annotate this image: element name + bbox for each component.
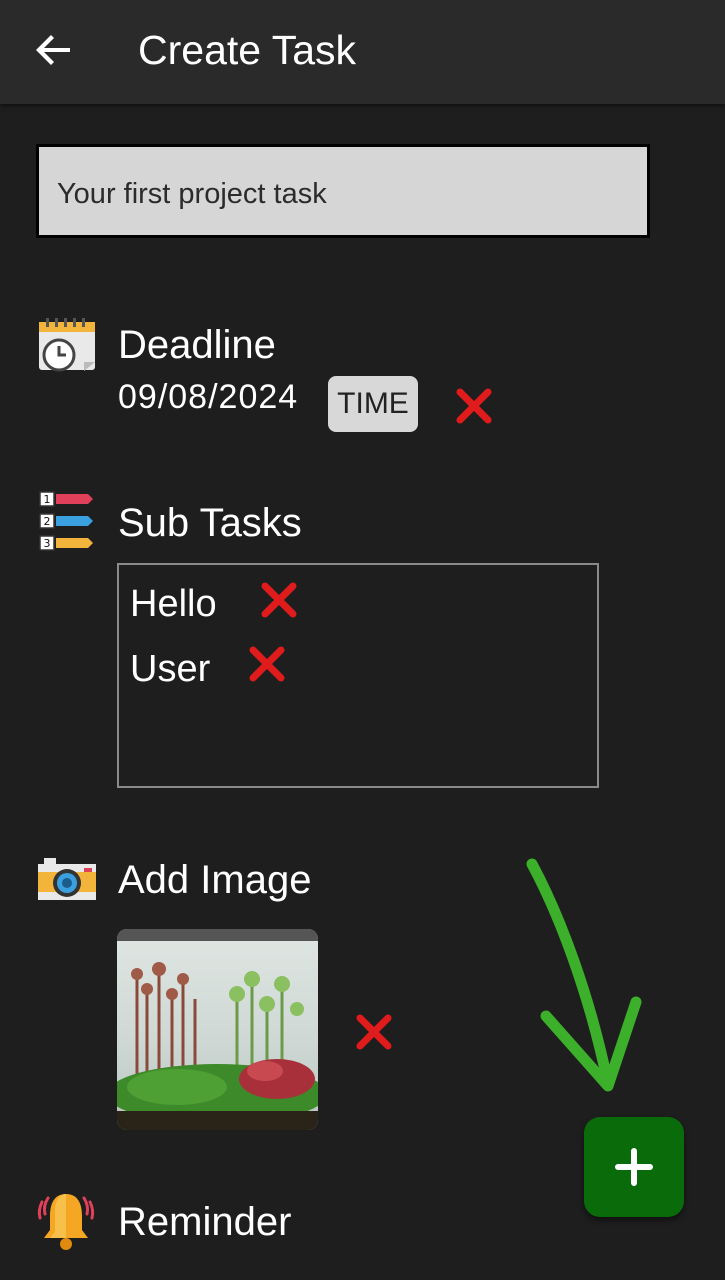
back-button[interactable] bbox=[30, 26, 78, 74]
remove-subtask-icon[interactable] bbox=[248, 645, 286, 683]
app-bar: Create Task bbox=[0, 0, 725, 104]
add-image-label: Add Image bbox=[118, 858, 312, 902]
plus-icon bbox=[615, 1148, 653, 1186]
svg-text:3: 3 bbox=[44, 537, 51, 550]
deadline-label: Deadline bbox=[118, 323, 276, 367]
annotation-arrow bbox=[520, 856, 650, 1096]
subtask-item: Hello bbox=[130, 583, 217, 625]
arrow-left-icon bbox=[36, 35, 70, 65]
remove-subtask-icon[interactable] bbox=[260, 581, 298, 619]
add-task-fab[interactable] bbox=[584, 1117, 684, 1217]
subtasks-label: Sub Tasks bbox=[118, 501, 302, 545]
camera-icon bbox=[36, 856, 98, 902]
remove-image-icon[interactable] bbox=[355, 1013, 393, 1051]
bell-icon bbox=[34, 1188, 98, 1252]
numbered-list-icon: 1 2 3 bbox=[38, 490, 96, 554]
calendar-clock-icon bbox=[36, 316, 98, 374]
time-button[interactable]: TIME bbox=[328, 376, 418, 432]
task-name-input[interactable]: Your first project task bbox=[36, 144, 650, 238]
deadline-date[interactable]: 09/08/2024 bbox=[118, 378, 298, 417]
svg-text:1: 1 bbox=[44, 493, 51, 506]
svg-text:2: 2 bbox=[44, 515, 51, 528]
subtask-item: User bbox=[130, 648, 211, 690]
reminder-label: Reminder bbox=[118, 1200, 292, 1244]
attached-image[interactable] bbox=[117, 929, 318, 1130]
remove-deadline-icon[interactable] bbox=[455, 387, 493, 425]
page-title: Create Task bbox=[138, 27, 357, 73]
